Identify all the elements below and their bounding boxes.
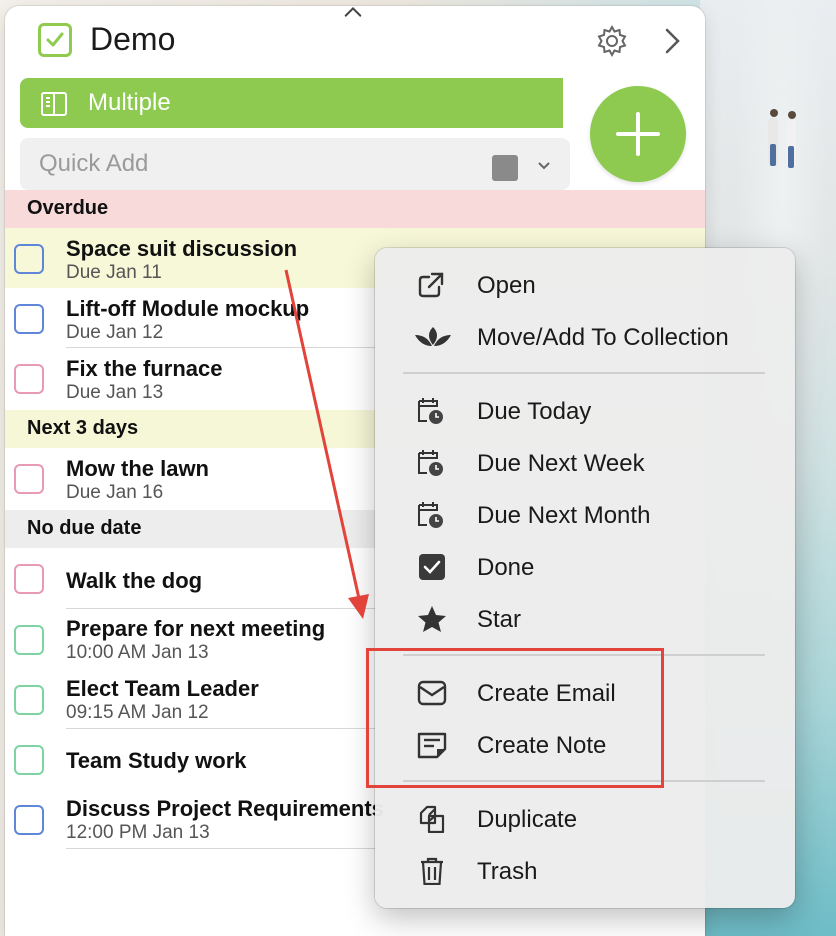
task-checkbox[interactable] — [14, 685, 44, 715]
book-icon — [41, 92, 67, 116]
task-checkbox[interactable] — [14, 625, 44, 655]
task-due: Due Jan 16 — [66, 482, 164, 503]
collection-label: Multiple — [88, 89, 171, 116]
menu-item-done[interactable]: Done — [375, 541, 795, 593]
menu-item-duplicate[interactable]: Duplicate — [375, 793, 795, 845]
menu-label: Due Next Week — [477, 450, 645, 477]
task-title: Mow the lawn — [66, 456, 209, 481]
menu-label: Move/Add To Collection — [477, 324, 729, 351]
chevron-down-icon[interactable] — [536, 160, 552, 172]
menu-item-due-next-week[interactable]: Due Next Week — [375, 437, 795, 489]
task-title: Space suit discussion — [66, 236, 298, 261]
task-checkbox[interactable] — [14, 805, 44, 835]
quick-add-input[interactable] — [20, 138, 470, 190]
collection-icon — [415, 327, 451, 346]
task-due: 10:00 AM Jan 13 — [66, 642, 209, 663]
task-checkbox[interactable] — [14, 464, 44, 494]
menu-item-trash[interactable]: Trash — [375, 845, 795, 897]
task-due: Due Jan 11 — [66, 262, 162, 283]
task-due: Due Jan 13 — [66, 382, 164, 403]
trash-icon — [421, 857, 443, 885]
collection-filter-bar[interactable]: Multiple — [20, 78, 590, 128]
menu-label: Due Next Month — [477, 502, 651, 529]
checkbox-icon — [419, 554, 445, 580]
calendar-clock-icon — [418, 502, 443, 528]
task-due: 12:00 PM Jan 13 — [66, 822, 210, 843]
task-title: Team Study work — [66, 748, 247, 773]
chevron-right-icon[interactable] — [660, 26, 684, 56]
menu-label: Due Today — [477, 398, 592, 425]
task-checkbox[interactable] — [14, 745, 44, 775]
calendar-clock-icon — [418, 450, 443, 476]
context-menu: Open Move/Add To Collection Due Today Du… — [375, 248, 795, 908]
task-title: Lift-off Module mockup — [66, 296, 310, 321]
task-title: Walk the dog — [66, 568, 203, 593]
open-external-icon — [418, 272, 444, 298]
section-header-overdue: Overdue — [5, 190, 705, 228]
duplicate-icon — [419, 805, 445, 833]
menu-item-due-today[interactable]: Due Today — [375, 385, 795, 437]
task-title: Prepare for next meeting — [66, 616, 326, 641]
task-checkbox[interactable] — [14, 304, 44, 334]
task-due: Due Jan 12 — [66, 322, 164, 343]
annotation-highlight-box — [366, 648, 664, 788]
menu-item-star[interactable]: Star — [375, 593, 795, 645]
menu-label: Star — [477, 606, 522, 633]
app-checkbox-icon — [38, 23, 72, 57]
task-checkbox[interactable] — [14, 564, 44, 594]
person-figure — [768, 109, 778, 166]
person-figure — [786, 111, 796, 168]
menu-item-due-next-month[interactable]: Due Next Month — [375, 489, 795, 541]
menu-item-move-add-to-collection[interactable]: Move/Add To Collection — [375, 311, 795, 363]
gear-icon[interactable] — [595, 24, 629, 58]
add-task-button[interactable] — [590, 86, 686, 182]
menu-separator — [403, 372, 765, 374]
star-icon — [418, 606, 446, 632]
task-title: Elect Team Leader — [66, 676, 259, 701]
menu-label: Open — [477, 272, 536, 299]
color-swatch[interactable] — [492, 155, 518, 181]
calendar-clock-icon — [418, 398, 443, 424]
menu-label: Done — [477, 554, 535, 581]
task-title: Fix the furnace — [66, 356, 223, 381]
task-title: Discuss Project Requirements — [66, 796, 384, 821]
menu-label: Trash — [477, 858, 538, 885]
menu-item-open[interactable]: Open — [375, 259, 795, 311]
task-checkbox[interactable] — [14, 244, 44, 274]
task-checkbox[interactable] — [14, 364, 44, 394]
window-title: Demo — [90, 21, 176, 57]
menu-label: Duplicate — [477, 806, 578, 833]
task-due: 09:15 AM Jan 12 — [66, 702, 209, 723]
chevron-up-icon[interactable] — [343, 5, 363, 19]
quick-add-bar — [20, 138, 570, 190]
